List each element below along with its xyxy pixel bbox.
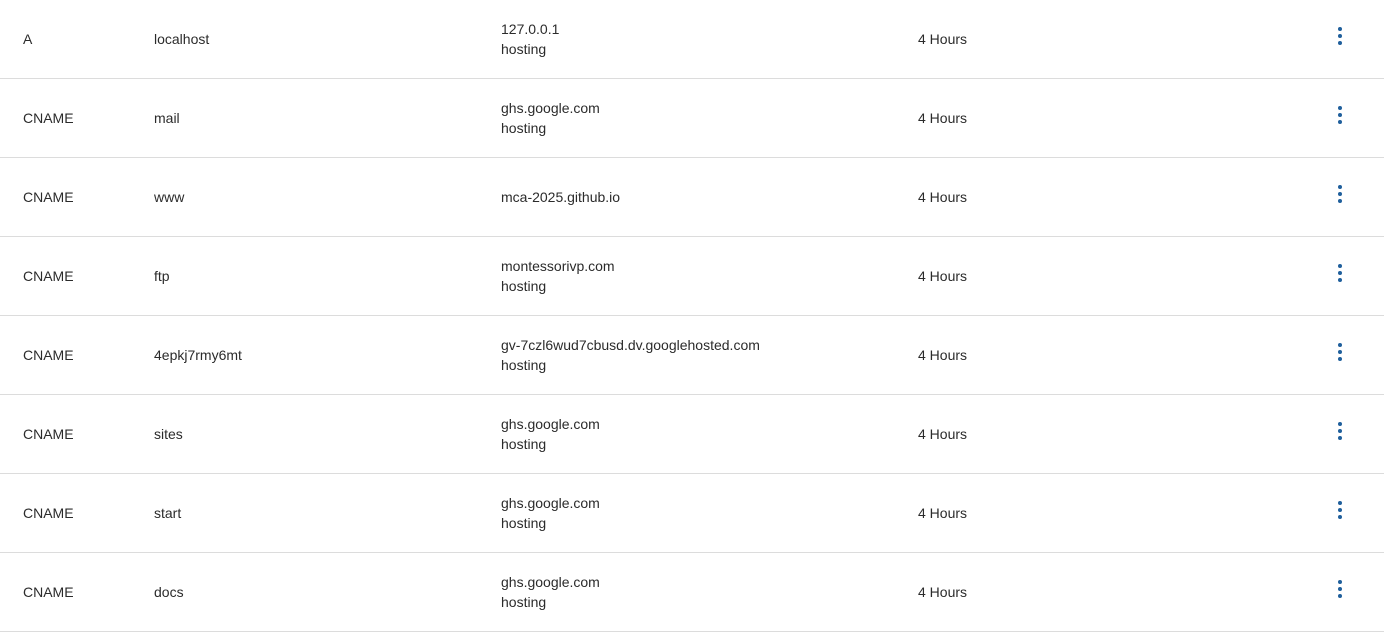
kebab-dot bbox=[1338, 41, 1342, 45]
record-data: ghs.google.com hosting bbox=[501, 474, 901, 552]
record-ttl: 4 Hours bbox=[918, 31, 968, 47]
record-name: 4epkj7rmy6mt bbox=[154, 347, 242, 363]
record-value-note: hosting bbox=[501, 436, 547, 452]
record-value: ghs.google.com bbox=[501, 100, 600, 116]
kebab-dot bbox=[1338, 422, 1342, 426]
row-actions bbox=[1322, 79, 1358, 157]
kebab-dot bbox=[1338, 429, 1342, 433]
record-type: CNAME bbox=[23, 505, 74, 521]
row-actions bbox=[1322, 316, 1358, 394]
record-value: montessorivp.com bbox=[501, 258, 615, 274]
record-ttl: 4 Hours bbox=[918, 347, 968, 363]
kebab-dot bbox=[1338, 192, 1342, 196]
record-ttl: 4 Hours bbox=[918, 426, 968, 442]
record-value: 127.0.0.1 bbox=[501, 21, 560, 37]
dns-record-row: Alocalhost 127.0.0.1 hosting 4 Hours bbox=[0, 0, 1384, 79]
kebab-dot bbox=[1338, 185, 1342, 189]
record-value-note: hosting bbox=[501, 120, 547, 136]
kebab-dot bbox=[1338, 278, 1342, 282]
kebab-dot bbox=[1338, 34, 1342, 38]
more-vertical-icon[interactable] bbox=[1328, 179, 1352, 209]
dns-record-row: CNAME 4epkj7rmy6mt gv-7czl6wud7cbusd.dv.go… bbox=[0, 316, 1384, 395]
record-data: 127.0.0.1 hosting bbox=[501, 0, 901, 78]
record-type: CNAME bbox=[23, 268, 74, 284]
kebab-dot bbox=[1338, 113, 1342, 117]
record-value: gv-7czl6wud7cbusd.dv.googlehosted.com bbox=[501, 337, 760, 353]
row-actions bbox=[1322, 237, 1358, 315]
record-value: ghs.google.com bbox=[501, 574, 600, 590]
kebab-dot bbox=[1338, 587, 1342, 591]
record-data: ghs.google.com hosting bbox=[501, 395, 901, 473]
record-ttl: 4 Hours bbox=[918, 505, 968, 521]
dns-record-row: CNAME mail ghs.google.com hosting 4 Hours bbox=[0, 79, 1384, 158]
kebab-dot bbox=[1338, 264, 1342, 268]
more-vertical-icon[interactable] bbox=[1328, 574, 1352, 604]
record-ttl: 4 Hours bbox=[918, 584, 968, 600]
row-actions bbox=[1322, 474, 1358, 552]
kebab-dot bbox=[1338, 501, 1342, 505]
record-name: localhost bbox=[154, 31, 210, 47]
record-value-note: hosting bbox=[501, 515, 547, 531]
row-actions bbox=[1322, 0, 1358, 78]
kebab-dot bbox=[1338, 436, 1342, 440]
record-type: CNAME bbox=[23, 584, 74, 600]
record-name: sites bbox=[154, 426, 183, 442]
record-value-note: hosting bbox=[501, 278, 547, 294]
kebab-dot bbox=[1338, 515, 1342, 519]
record-value-note: hosting bbox=[501, 357, 547, 373]
record-ttl: 4 Hours bbox=[918, 189, 968, 205]
record-data: mca-2025.github.io bbox=[501, 158, 901, 236]
kebab-dot bbox=[1338, 508, 1342, 512]
record-value: mca-2025.github.io bbox=[501, 189, 621, 205]
record-name: www bbox=[154, 189, 185, 205]
kebab-dot bbox=[1338, 350, 1342, 354]
row-actions bbox=[1322, 395, 1358, 473]
record-type: CNAME bbox=[23, 426, 74, 442]
more-vertical-icon[interactable] bbox=[1328, 416, 1352, 446]
kebab-dot bbox=[1338, 199, 1342, 203]
record-data: ghs.google.com hosting bbox=[501, 79, 901, 157]
record-value-note: hosting bbox=[501, 41, 547, 57]
more-vertical-icon[interactable] bbox=[1328, 100, 1352, 130]
dns-record-row: CNAME start ghs.google.com hosting 4 Hours bbox=[0, 474, 1384, 553]
record-data: ghs.google.com hosting bbox=[501, 553, 901, 631]
record-type: CNAME bbox=[23, 347, 74, 363]
kebab-dot bbox=[1338, 27, 1342, 31]
dns-record-row: CNAME ftp montessorivp.com hosting 4 Hours bbox=[0, 237, 1384, 316]
dns-record-row: CNAME www mca-2025.github.io 4 Hours bbox=[0, 158, 1384, 237]
more-vertical-icon[interactable] bbox=[1328, 21, 1352, 51]
dns-records-table: Alocalhost 127.0.0.1 hosting 4 Hours CNAME ma… bbox=[0, 0, 1384, 632]
kebab-dot bbox=[1338, 106, 1342, 110]
record-name: mail bbox=[154, 110, 180, 126]
kebab-dot bbox=[1338, 580, 1342, 584]
record-ttl: 4 Hours bbox=[918, 268, 968, 284]
kebab-dot bbox=[1338, 271, 1342, 275]
record-name: docs bbox=[154, 584, 184, 600]
more-vertical-icon[interactable] bbox=[1328, 258, 1352, 288]
dns-record-row: CNAME docs ghs.google.com hosting 4 Hours bbox=[0, 553, 1384, 632]
record-type: CNAME bbox=[23, 110, 74, 126]
record-type: A bbox=[23, 31, 33, 47]
record-type: CNAME bbox=[23, 189, 74, 205]
record-value-note: hosting bbox=[501, 594, 547, 610]
more-vertical-icon[interactable] bbox=[1328, 495, 1352, 525]
record-data: gv-7czl6wud7cbusd.dv.googlehosted.com hos… bbox=[501, 316, 901, 394]
kebab-dot bbox=[1338, 357, 1342, 361]
record-value: ghs.google.com bbox=[501, 416, 600, 432]
record-name: start bbox=[154, 505, 182, 521]
row-actions bbox=[1322, 158, 1358, 236]
kebab-dot bbox=[1338, 120, 1342, 124]
row-actions bbox=[1322, 553, 1358, 631]
record-name: ftp bbox=[154, 268, 170, 284]
dns-record-row: CNAME sites ghs.google.com hosting 4 Hours bbox=[0, 395, 1384, 474]
kebab-dot bbox=[1338, 594, 1342, 598]
record-value: ghs.google.com bbox=[501, 495, 600, 511]
more-vertical-icon[interactable] bbox=[1328, 337, 1352, 367]
record-data: montessorivp.com hosting bbox=[501, 237, 901, 315]
record-ttl: 4 Hours bbox=[918, 110, 968, 126]
kebab-dot bbox=[1338, 343, 1342, 347]
